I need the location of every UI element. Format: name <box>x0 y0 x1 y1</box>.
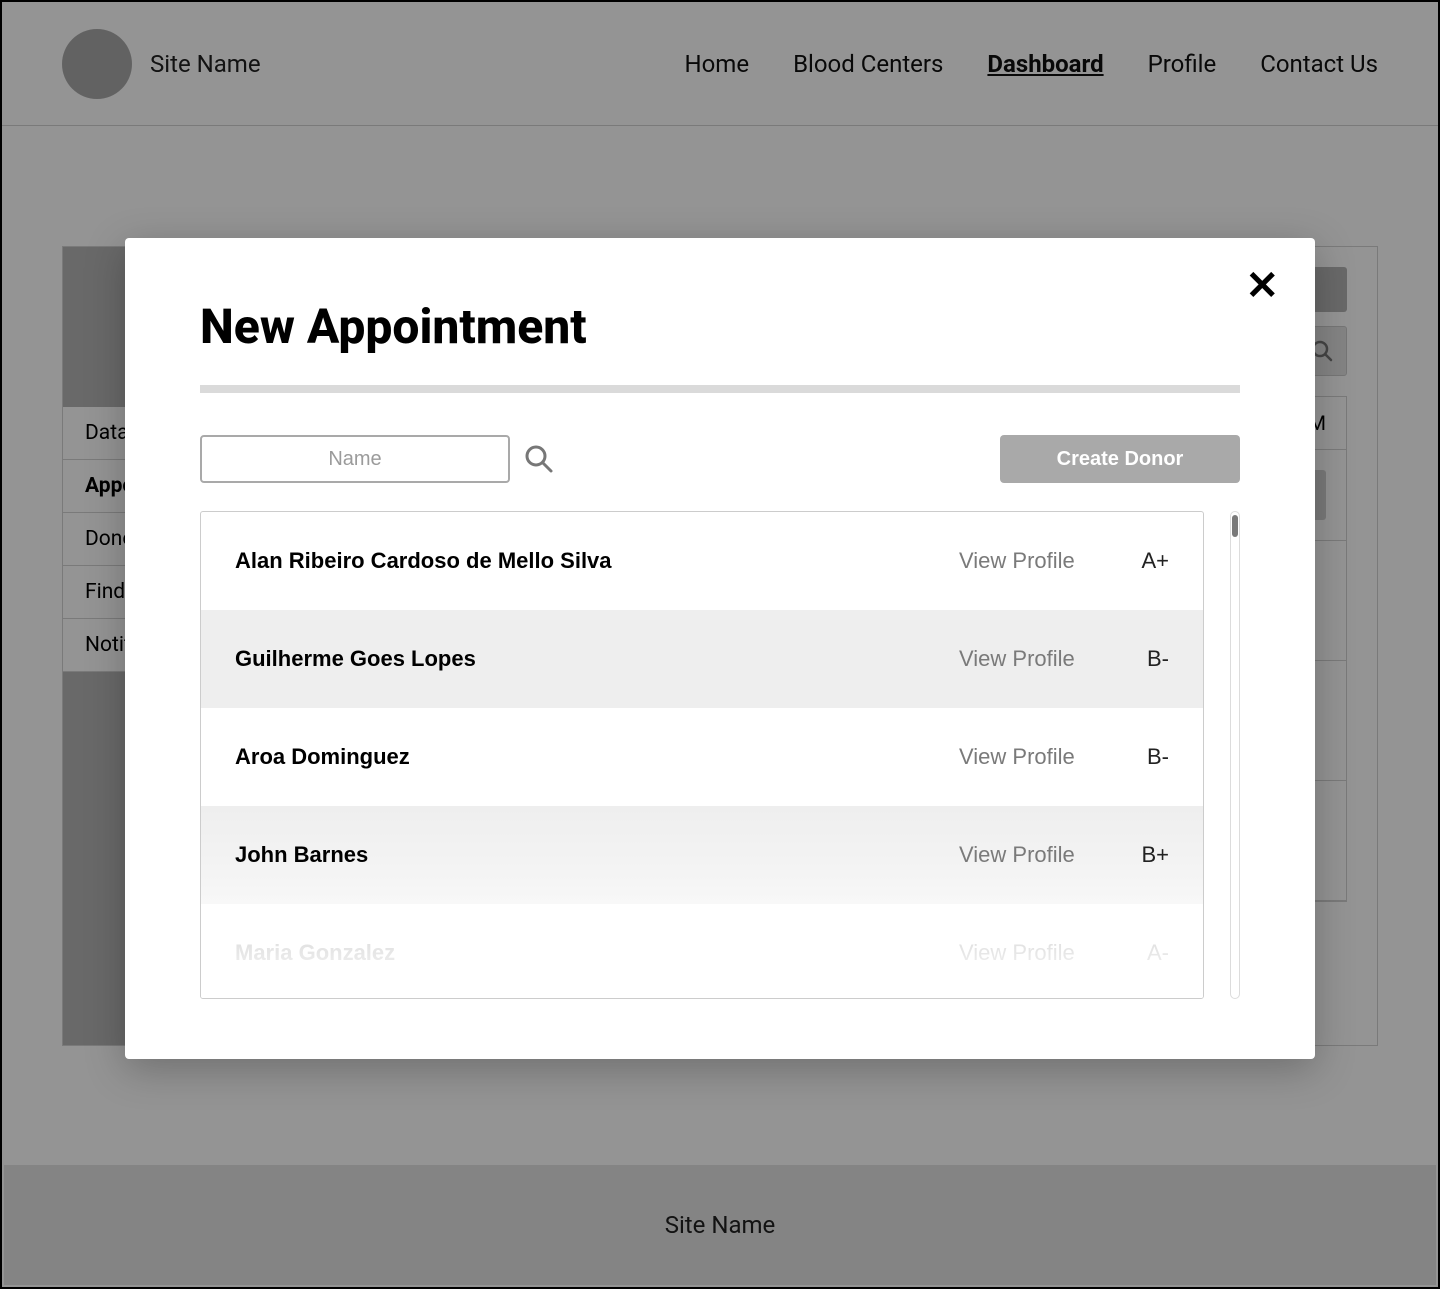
blood-type: A+ <box>1109 548 1169 574</box>
donor-row[interactable]: Maria Gonzalez View Profile A- <box>201 904 1203 999</box>
close-icon[interactable]: ✕ <box>1245 266 1279 306</box>
view-profile-link[interactable]: View Profile <box>959 548 1109 574</box>
donor-list: Alan Ribeiro Cardoso de Mello Silva View… <box>200 511 1204 999</box>
modal-overlay[interactable]: ✕ New Appointment Create Donor Alan Ribe… <box>2 2 1438 1287</box>
view-profile-link[interactable]: View Profile <box>959 940 1109 966</box>
new-appointment-modal: ✕ New Appointment Create Donor Alan Ribe… <box>125 238 1315 1059</box>
donor-row[interactable]: John Barnes View Profile B+ <box>201 806 1203 904</box>
search-icon[interactable] <box>524 444 554 474</box>
donor-row[interactable]: Aroa Dominguez View Profile B- <box>201 708 1203 806</box>
view-profile-link[interactable]: View Profile <box>959 842 1109 868</box>
blood-type: B+ <box>1109 842 1169 868</box>
modal-toolbar: Create Donor <box>200 435 1240 483</box>
donor-name: Alan Ribeiro Cardoso de Mello Silva <box>235 548 959 574</box>
blood-type: A- <box>1109 940 1169 966</box>
create-donor-button[interactable]: Create Donor <box>1000 435 1240 483</box>
donor-name: John Barnes <box>235 842 959 868</box>
donor-name-input[interactable] <box>200 435 510 483</box>
donor-name: Aroa Dominguez <box>235 744 959 770</box>
view-profile-link[interactable]: View Profile <box>959 646 1109 672</box>
donor-row[interactable]: Alan Ribeiro Cardoso de Mello Silva View… <box>201 512 1203 610</box>
blood-type: B- <box>1109 646 1169 672</box>
donor-name: Maria Gonzalez <box>235 940 959 966</box>
donor-list-scrollbar[interactable] <box>1230 511 1240 999</box>
view-profile-link[interactable]: View Profile <box>959 744 1109 770</box>
scrollbar-thumb[interactable] <box>1232 515 1238 537</box>
modal-title: New Appointment <box>200 298 1240 355</box>
donor-name: Guilherme Goes Lopes <box>235 646 959 672</box>
blood-type: B- <box>1109 744 1169 770</box>
modal-progress-bar <box>200 385 1240 393</box>
donor-row[interactable]: Guilherme Goes Lopes View Profile B- <box>201 610 1203 708</box>
